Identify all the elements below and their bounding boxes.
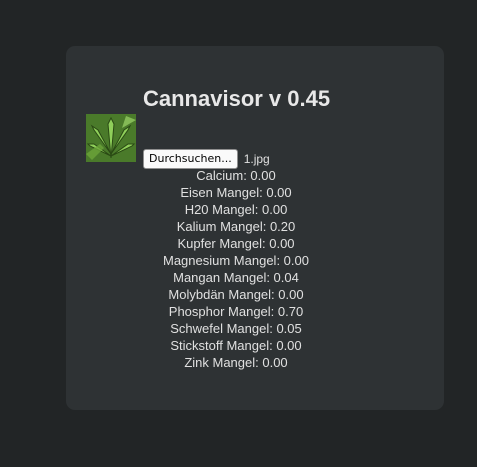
result-kalium: Kalium Mangel: 0.20: [176, 219, 296, 234]
result-stickstoff: Stickstoff Mangel: 0.00: [170, 338, 302, 353]
uploaded-image-thumbnail: [86, 114, 136, 162]
result-zink: Zink Mangel: 0.00: [184, 355, 288, 370]
analysis-results: Calcium: 0.00 Eisen Mangel: 0.00 H20 Man…: [66, 167, 406, 371]
selected-file-name: 1.jpg: [243, 152, 270, 166]
result-magnesium: Magnesium Mangel: 0.00: [163, 253, 309, 268]
result-kupfer: Kupfer Mangel: 0.00: [177, 236, 295, 251]
cannabis-leaf-icon: [86, 114, 136, 162]
app-title: Cannavisor v 0.45: [143, 86, 331, 111]
browse-button[interactable]: Durchsuchen...: [143, 149, 238, 169]
result-h20: H20 Mangel: 0.00: [184, 202, 288, 217]
result-eisen: Eisen Mangel: 0.00: [180, 185, 292, 200]
result-molybdaen: Molybdän Mangel: 0.00: [168, 287, 304, 302]
result-mangan: Mangan Mangel: 0.04: [173, 270, 299, 285]
result-schwefel: Schwefel Mangel: 0.05: [170, 321, 302, 336]
main-card: Cannavisor v 0.45 Durchsuchen... 1.jpg C…: [66, 46, 444, 410]
result-phosphor: Phosphor Mangel: 0.70: [168, 304, 304, 319]
result-calcium: Calcium: 0.00: [196, 168, 276, 183]
